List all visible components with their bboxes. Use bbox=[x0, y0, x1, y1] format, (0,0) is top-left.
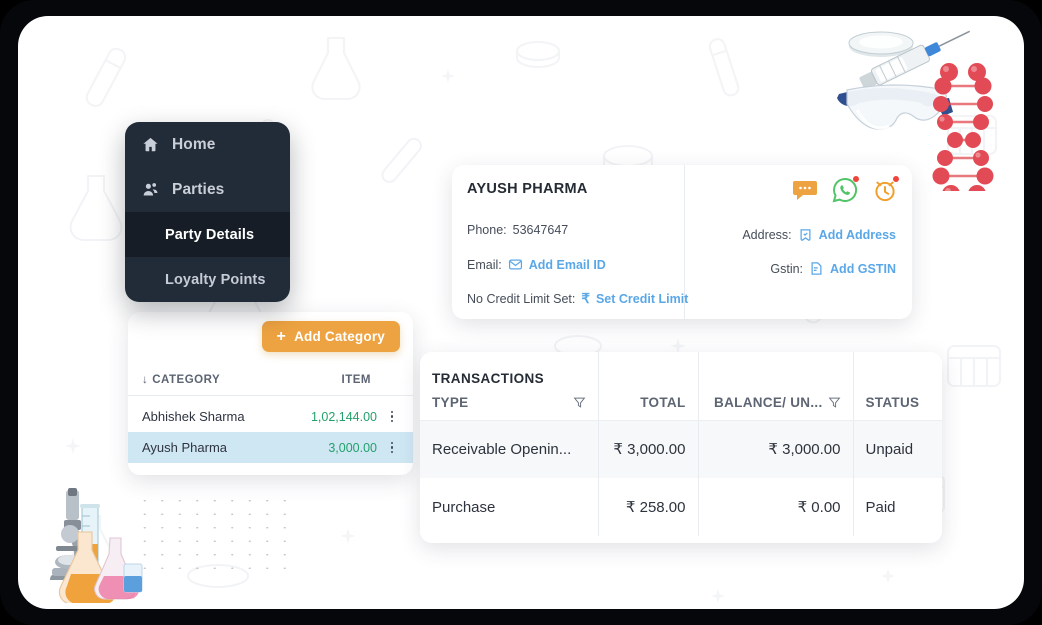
table-row[interactable]: Receivable Openin... ₹ 3,000.00 ₹ 3,000.… bbox=[420, 420, 942, 478]
sort-arrow-icon: ↓ bbox=[142, 373, 149, 386]
category-row-name: Abhishek Sharma bbox=[142, 409, 245, 424]
party-details-card: AYUSH PHARMA Phone: 53647647 Email: Add … bbox=[452, 165, 912, 319]
party-address-row: Address: Add Address bbox=[742, 227, 896, 242]
science-illustration-bottom-left bbox=[50, 488, 143, 603]
party-action-icons bbox=[792, 176, 899, 203]
cell-type: Purchase bbox=[420, 478, 599, 536]
credit-limit-label: No Credit Limit Set: bbox=[467, 292, 576, 306]
table-header-row: TRANSACTIONS TYPE TOTAL BALANCE/ UN... S… bbox=[420, 352, 942, 421]
cell-status: Paid bbox=[853, 478, 942, 536]
column-label-balance: BALANCE/ UN... bbox=[714, 394, 823, 410]
notification-badge bbox=[853, 176, 859, 182]
notification-badge bbox=[893, 176, 899, 182]
filter-icon[interactable] bbox=[828, 396, 841, 409]
column-header-type: TRANSACTIONS TYPE bbox=[420, 352, 599, 421]
sms-chat-icon[interactable] bbox=[792, 177, 818, 203]
cell-status: Unpaid bbox=[853, 420, 942, 478]
transactions-title: TRANSACTIONS bbox=[432, 370, 545, 386]
cell-total: ₹ 258.00 bbox=[598, 478, 699, 536]
app-screen: Home Parties Party Details Loyalty Point… bbox=[18, 16, 1024, 609]
party-credit-row: No Credit Limit Set: ₹ Set Credit Limit bbox=[467, 291, 688, 307]
sidebar-item-party-details[interactable]: Party Details bbox=[125, 212, 290, 257]
people-icon bbox=[143, 183, 158, 196]
cell-type: Receivable Openin... bbox=[420, 420, 599, 478]
device-frame: Home Parties Party Details Loyalty Point… bbox=[0, 0, 1042, 625]
category-panel: + Add Category ↓ CATEGORY ITEM Abhishek … bbox=[128, 312, 413, 475]
column-label-type: TYPE bbox=[432, 394, 469, 410]
gstin-label: Gstin: bbox=[770, 261, 804, 276]
cell-total: ₹ 3,000.00 bbox=[598, 420, 699, 478]
row-menu-icon[interactable] bbox=[385, 410, 399, 423]
filter-icon[interactable] bbox=[573, 396, 586, 409]
set-credit-limit-link[interactable]: Set Credit Limit bbox=[596, 292, 688, 306]
column-label-total: TOTAL bbox=[640, 394, 686, 410]
document-icon bbox=[811, 262, 822, 275]
party-phone-row: Phone: 53647647 bbox=[467, 223, 568, 237]
column-header-status: STATUS bbox=[853, 352, 942, 421]
sidebar-item-label-party-details: Party Details bbox=[165, 226, 255, 243]
party-email-row: Email: Add Email ID bbox=[467, 257, 606, 272]
location-pin-icon bbox=[800, 229, 811, 241]
category-row-amount: 1,02,144.00 bbox=[310, 409, 377, 424]
sidebar-item-loyalty-points[interactable]: Loyalty Points bbox=[125, 257, 290, 302]
home-icon bbox=[143, 137, 158, 152]
add-gstin-link[interactable]: Add GSTIN bbox=[830, 262, 896, 276]
category-row[interactable]: Abhishek Sharma 1,02,144.00 bbox=[128, 401, 413, 432]
party-gstin-row: Gstin: Add GSTIN bbox=[770, 261, 896, 276]
category-row-name: Ayush Pharma bbox=[142, 440, 228, 455]
phone-label: Phone: bbox=[467, 223, 507, 237]
phone-value: 53647647 bbox=[512, 223, 569, 237]
party-info-left: AYUSH PHARMA Phone: 53647647 Email: Add … bbox=[452, 165, 688, 319]
category-table-header: ↓ CATEGORY ITEM bbox=[128, 364, 413, 396]
category-column-label: CATEGORY bbox=[152, 373, 221, 386]
plus-icon: + bbox=[276, 327, 287, 345]
add-address-link[interactable]: Add Address bbox=[819, 228, 896, 242]
category-row-amount: 3,000.00 bbox=[328, 440, 377, 455]
party-info-right: Address: Add Address Gstin: Add GSTIN bbox=[685, 165, 912, 319]
table-row[interactable]: Purchase ₹ 258.00 ₹ 0.00 Paid bbox=[420, 478, 942, 536]
sidebar-item-parties[interactable]: Parties bbox=[125, 167, 290, 212]
whatsapp-icon[interactable] bbox=[832, 176, 859, 203]
add-category-button[interactable]: + Add Category bbox=[261, 321, 400, 352]
party-name: AYUSH PHARMA bbox=[467, 181, 588, 197]
transactions-table: TRANSACTIONS TYPE TOTAL BALANCE/ UN... S… bbox=[420, 352, 942, 536]
category-column-header[interactable]: ↓ CATEGORY bbox=[142, 374, 220, 386]
add-email-link[interactable]: Add Email ID bbox=[529, 258, 606, 272]
transactions-card: TRANSACTIONS TYPE TOTAL BALANCE/ UN... S… bbox=[420, 352, 942, 543]
rupee-icon: ₹ bbox=[581, 291, 590, 306]
category-row[interactable]: Ayush Pharma 3,000.00 bbox=[128, 432, 413, 463]
address-label: Address: bbox=[742, 227, 792, 242]
cell-balance: ₹ 3,000.00 bbox=[698, 420, 854, 478]
email-label: Email: bbox=[467, 257, 502, 272]
add-category-label: Add Category bbox=[294, 329, 385, 344]
sidebar-item-label-home: Home bbox=[172, 135, 216, 153]
envelope-icon bbox=[508, 259, 522, 270]
sidebar-item-label-loyalty-points: Loyalty Points bbox=[165, 271, 266, 288]
sidebar-item-label-parties: Parties bbox=[172, 180, 225, 198]
column-header-balance: BALANCE/ UN... bbox=[698, 352, 854, 421]
column-label-status: STATUS bbox=[865, 394, 920, 410]
sidebar-item-home[interactable]: Home bbox=[125, 122, 290, 167]
cell-balance: ₹ 0.00 bbox=[698, 478, 854, 536]
alarm-clock-icon[interactable] bbox=[872, 176, 899, 203]
dot-grid-decoration bbox=[136, 494, 294, 572]
column-header-total: TOTAL bbox=[598, 352, 699, 421]
sidebar-nav: Home Parties Party Details Loyalty Point… bbox=[125, 122, 290, 302]
row-menu-icon[interactable] bbox=[385, 441, 399, 454]
item-column-label: ITEM bbox=[341, 373, 371, 386]
